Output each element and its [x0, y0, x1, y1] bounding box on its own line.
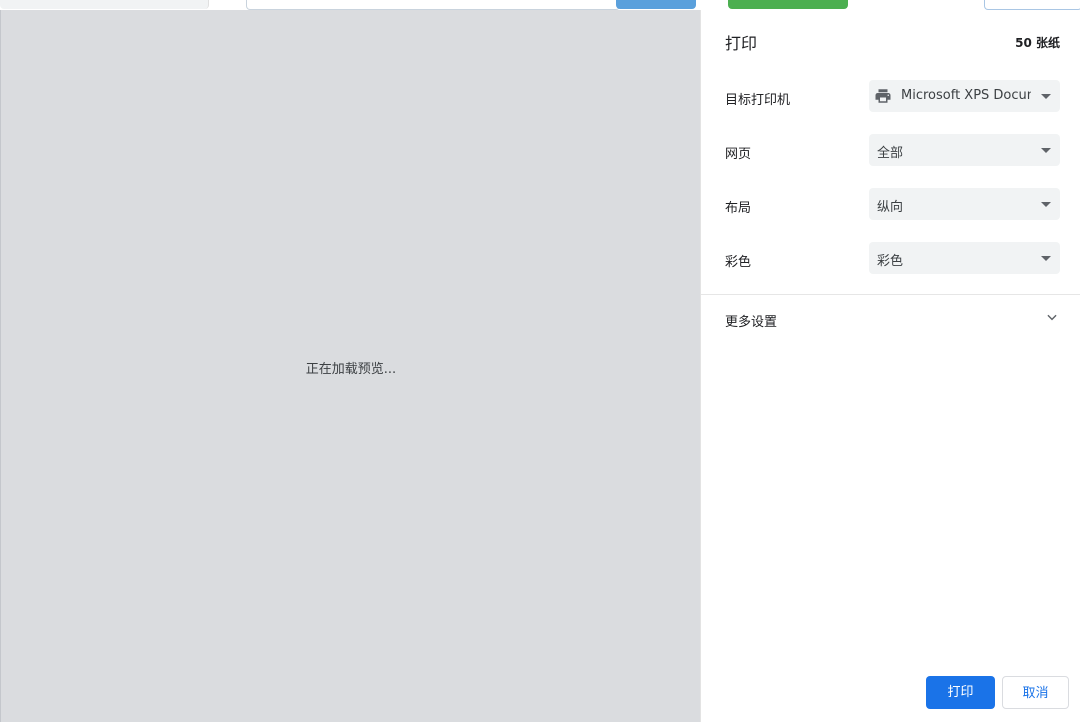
- background-green-button: [728, 0, 848, 9]
- color-value: 彩色: [877, 254, 904, 269]
- setting-row-destination: 目标打印机 Microsoft XPS Docum: [701, 80, 1080, 114]
- color-label: 彩色: [725, 255, 752, 270]
- background-outline-button: [984, 0, 1080, 10]
- more-settings-label: 更多设置: [725, 315, 778, 330]
- cancel-button[interactable]: 取消: [1002, 676, 1069, 709]
- caret-down-icon: [1041, 202, 1051, 207]
- pages-value: 全部: [877, 146, 904, 161]
- background-search-button: [616, 0, 696, 9]
- print-settings-sidebar: 打印 50 张纸 目标打印机 Microsoft XPS Docum 网页 全部…: [700, 10, 1080, 722]
- background-tab: [0, 0, 209, 9]
- background-search-bar: [246, 0, 620, 10]
- divider: [701, 294, 1080, 295]
- print-dialog-screen: 正在加载预览... 打印 50 张纸 目标打印机 Microsoft XPS D…: [0, 0, 1080, 722]
- sheet-count: 50 张纸: [1015, 36, 1060, 50]
- layout-select[interactable]: 纵向: [869, 188, 1060, 220]
- layout-value: 纵向: [877, 200, 904, 215]
- more-settings-toggle[interactable]: 更多设置: [701, 306, 1080, 334]
- print-preview-area: 正在加载预览...: [0, 10, 700, 722]
- destination-label: 目标打印机: [725, 93, 791, 108]
- caret-down-icon: [1041, 148, 1051, 153]
- printer-icon: [875, 89, 891, 103]
- loading-preview-text: 正在加载预览...: [305, 362, 397, 377]
- setting-row-pages: 网页 全部: [701, 134, 1080, 168]
- print-title: 打印: [725, 34, 758, 53]
- color-select[interactable]: 彩色: [869, 242, 1060, 274]
- background-page-strip: [0, 0, 1080, 10]
- setting-row-layout: 布局 纵向: [701, 188, 1080, 222]
- setting-row-color: 彩色 彩色: [701, 242, 1080, 276]
- caret-down-icon: [1041, 256, 1051, 261]
- pages-select[interactable]: 全部: [869, 134, 1060, 166]
- caret-down-icon: [1041, 94, 1051, 99]
- layout-label: 布局: [725, 201, 752, 216]
- pages-label: 网页: [725, 147, 752, 162]
- destination-select[interactable]: Microsoft XPS Docum: [869, 80, 1060, 112]
- print-button[interactable]: 打印: [926, 676, 995, 709]
- chevron-down-icon: [1047, 314, 1057, 321]
- destination-value: Microsoft XPS Docum: [901, 88, 1031, 103]
